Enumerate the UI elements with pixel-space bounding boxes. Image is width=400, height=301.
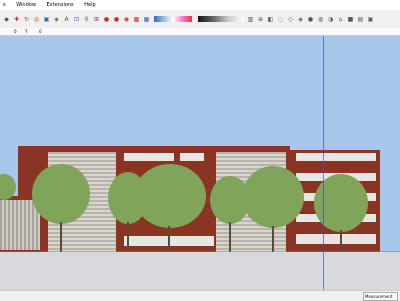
tree-trunk [127, 222, 129, 252]
home-icon[interactable]: ⌂ [337, 16, 344, 23]
menu-item-window[interactable]: Window [16, 2, 36, 8]
layers-icon[interactable]: ⊕ [257, 16, 264, 23]
xray-icon[interactable]: ◌ [277, 16, 284, 23]
rotate-icon[interactable]: ◎ [33, 16, 40, 23]
material-icon[interactable]: ● [113, 16, 120, 23]
vcb-field-3[interactable]: 0 [39, 28, 42, 35]
tree [32, 164, 90, 224]
shaded-icon[interactable]: ● [307, 16, 314, 23]
select-icon[interactable]: ◆ [3, 16, 10, 23]
menu-item-extensions[interactable]: Extensions [47, 2, 74, 8]
value-control-box: 0 7 0 [0, 28, 400, 36]
ground-plane [0, 252, 400, 290]
zoom-icon[interactable]: ⚲ [83, 16, 90, 23]
tree-trunk [340, 230, 342, 252]
menu-item-s[interactable]: s [3, 2, 6, 8]
front-view-icon[interactable]: ■ [347, 16, 354, 23]
window-strip [180, 153, 204, 161]
grid-icon[interactable]: ▥ [247, 16, 254, 23]
vcb-field-2[interactable]: 7 [25, 28, 28, 35]
window-strip [296, 234, 376, 244]
menu-bar: s Window Extensions Help [0, 0, 400, 10]
tape-icon[interactable]: ◈ [53, 16, 60, 23]
facade-louver-panel [0, 200, 40, 250]
tree-trunk [60, 222, 62, 252]
component-icon[interactable]: ◉ [123, 16, 130, 23]
menu-item-help[interactable]: Help [84, 2, 95, 8]
status-bar: Measurement [0, 290, 400, 301]
move-icon[interactable]: ▣ [43, 16, 50, 23]
style-icon[interactable]: ● [103, 16, 110, 23]
vcb-field-1[interactable]: 0 [14, 28, 17, 35]
monochrome-icon[interactable]: ◑ [327, 16, 334, 23]
paint-icon[interactable]: ↻ [23, 16, 30, 23]
tree-trunk [168, 226, 170, 252]
zoom-extents-icon[interactable]: ⊞ [93, 16, 100, 23]
tree [134, 164, 206, 228]
eraser-icon[interactable]: ✚ [13, 16, 20, 23]
hidden-line-icon[interactable]: ◈ [297, 16, 304, 23]
right-view-icon[interactable]: ▤ [357, 16, 364, 23]
window-strip [296, 153, 376, 161]
textured-icon[interactable]: ◍ [317, 16, 324, 23]
section-icon[interactable]: ▩ [133, 16, 140, 23]
window-strip [124, 153, 174, 161]
tree-trunk [229, 222, 231, 252]
scenes-icon[interactable]: ◧ [267, 16, 274, 23]
main-toolbar: ◆ ✚ ↻ ◎ ▣ ◈ A ⊡ ⚲ ⊞ ● ● ◉ ▩ ▦ ▥ ⊕ ◧ ◌ ◇ … [0, 10, 400, 29]
shadow-icon[interactable]: ▦ [143, 16, 150, 23]
model-viewport[interactable] [0, 36, 400, 290]
green-axis-line [0, 251, 400, 252]
tree-trunk [272, 226, 274, 252]
tree [242, 166, 304, 228]
back-view-icon[interactable]: ▣ [367, 16, 374, 23]
time-slider[interactable] [154, 16, 192, 22]
date-slider[interactable] [198, 16, 244, 22]
orbit-icon[interactable]: ⊡ [73, 16, 80, 23]
text-icon[interactable]: A [63, 16, 70, 23]
wireframe-icon[interactable]: ◇ [287, 16, 294, 23]
